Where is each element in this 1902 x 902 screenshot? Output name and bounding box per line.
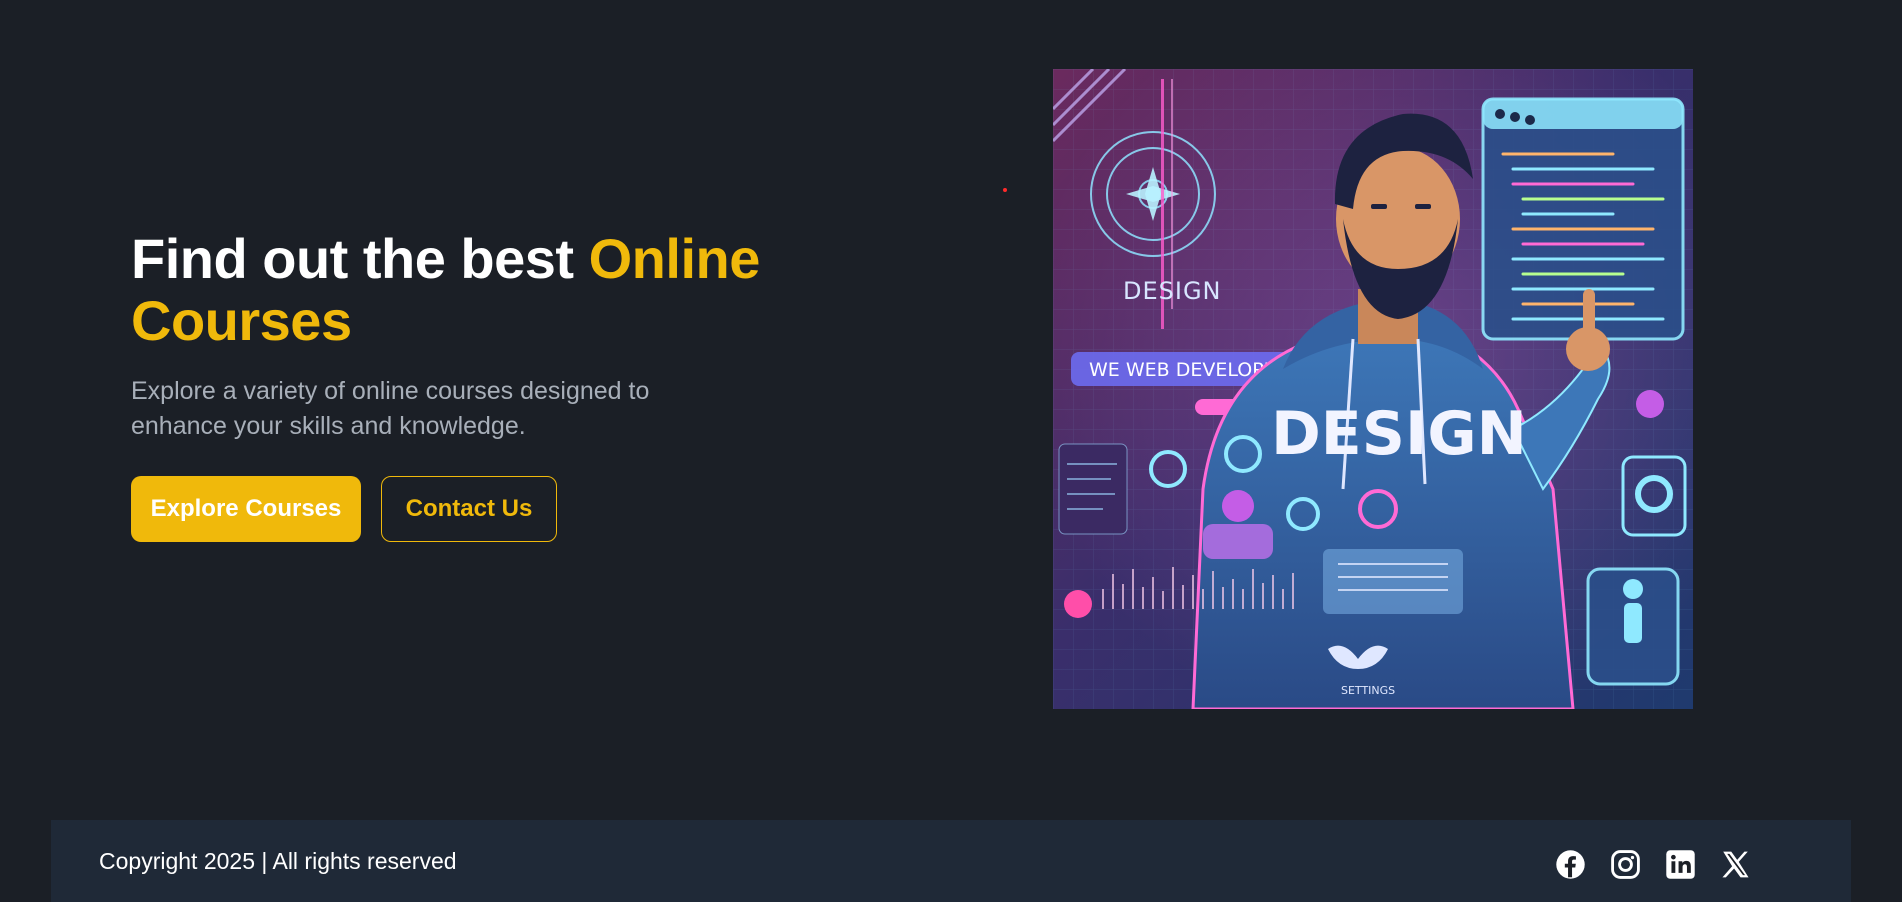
contact-us-button[interactable]: Contact Us bbox=[381, 476, 557, 542]
x-icon bbox=[1722, 851, 1749, 878]
headline-prefix: Find out the best bbox=[131, 227, 589, 290]
hero-section: Find out the best Online Courses Explore… bbox=[0, 0, 1902, 820]
x-link[interactable] bbox=[1720, 849, 1751, 880]
copyright-text: Copyright 2025 | All rights reserved bbox=[99, 848, 457, 874]
facebook-link[interactable] bbox=[1555, 849, 1586, 880]
developer-illustration: DESIGN WE WEB DEVELOPER DESIGN SETTINGS bbox=[1053, 69, 1693, 709]
hero-buttons: Explore Courses Contact Us bbox=[131, 476, 851, 542]
linkedin-link[interactable] bbox=[1665, 849, 1696, 880]
hero-subtitle: Explore a variety of online courses desi… bbox=[131, 377, 650, 440]
shirt-design-label: DESIGN bbox=[1271, 399, 1527, 469]
hero-illustration: DESIGN WE WEB DEVELOPER DESIGN SETTINGS bbox=[1053, 69, 1693, 709]
facebook-icon bbox=[1556, 850, 1585, 879]
decorative-dot bbox=[1003, 188, 1007, 192]
settings-label: SETTINGS bbox=[1341, 684, 1395, 697]
instagram-icon bbox=[1611, 850, 1640, 879]
explore-courses-button[interactable]: Explore Courses bbox=[131, 476, 361, 542]
hero-headline: Find out the best Online Courses bbox=[131, 228, 851, 352]
hero-text: Find out the best Online Courses Explore… bbox=[131, 228, 851, 542]
design-label-small: DESIGN bbox=[1123, 277, 1222, 305]
social-links bbox=[1555, 849, 1751, 880]
linkedin-icon bbox=[1666, 850, 1695, 879]
instagram-link[interactable] bbox=[1610, 849, 1641, 880]
